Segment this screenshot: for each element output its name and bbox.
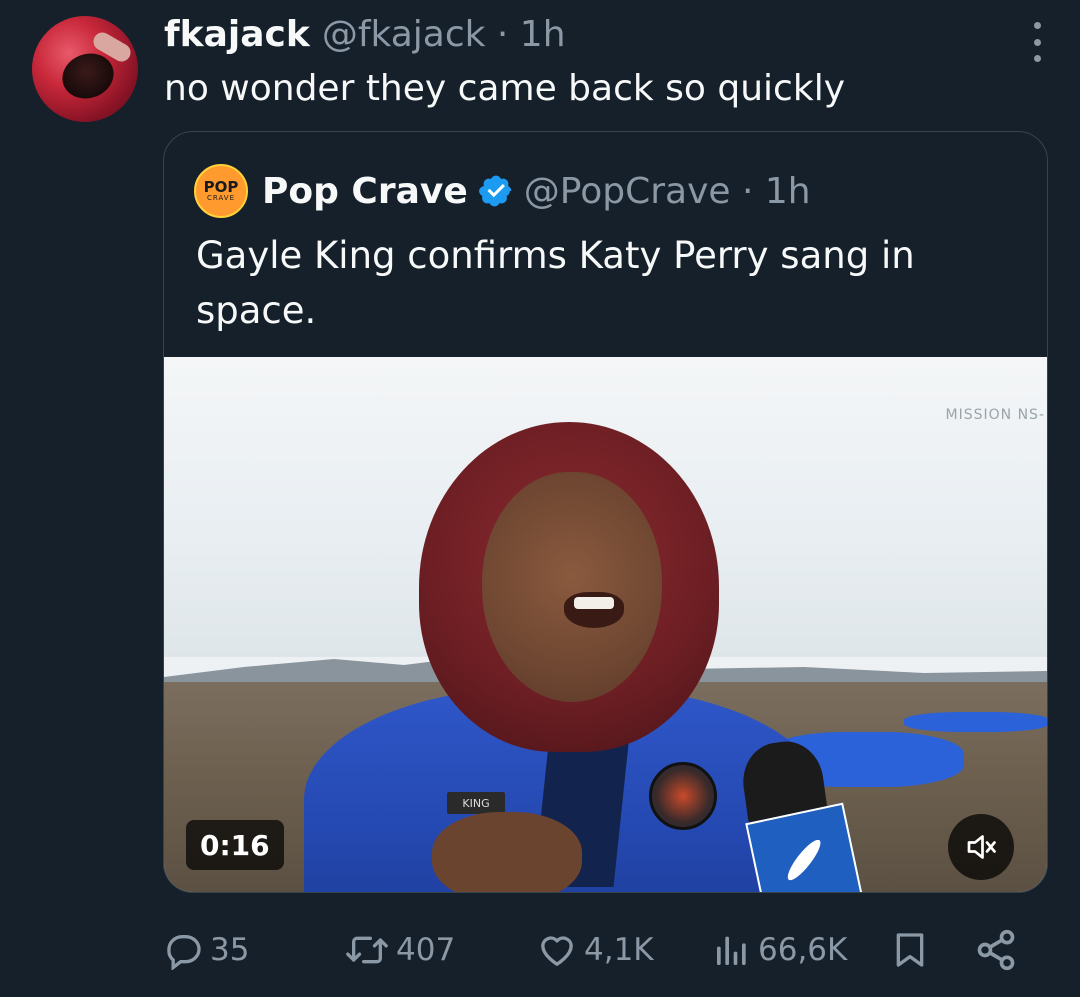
name-tag: KING [447, 792, 505, 814]
views-count: 66,6K [758, 932, 848, 968]
logo-line1: POP [203, 178, 239, 196]
retweet-icon [346, 936, 388, 964]
retweet-count: 407 [396, 932, 456, 968]
like-button[interactable]: 4,1K [536, 920, 654, 980]
verified-icon [478, 175, 512, 207]
author-name[interactable]: fkajack [164, 14, 310, 55]
views-button[interactable]: 66,6K [712, 920, 847, 980]
quoted-tweet[interactable]: POP CRAVE Pop Crave @PopCrave · 1h Gayle… [163, 131, 1048, 893]
share-button[interactable] [974, 920, 1018, 980]
quoted-time[interactable]: · 1h [742, 171, 811, 212]
quoted-header: POP CRAVE Pop Crave @PopCrave · 1h [194, 164, 811, 218]
video-player[interactable]: MISSION NS- KING 0:16 [164, 357, 1047, 892]
bookmark-button[interactable] [890, 920, 930, 980]
quoted-author-name[interactable]: Pop Crave [262, 171, 468, 212]
mute-icon[interactable] [948, 814, 1014, 880]
like-icon [541, 936, 573, 966]
mission-patch [649, 762, 717, 830]
video-watermark: MISSION NS- [945, 407, 1045, 423]
tweet-header: fkajack @fkajack · 1h [164, 14, 566, 55]
quoted-author-handle[interactable]: @PopCrave · 1h [524, 171, 811, 212]
video-duration: 0:16 [186, 820, 284, 870]
views-icon [717, 936, 746, 965]
share-icon [977, 929, 1015, 971]
reply-icon [167, 935, 201, 970]
video-parachute [904, 712, 1047, 732]
person-hand [432, 812, 582, 892]
feather-icon [783, 835, 825, 884]
like-count: 4,1K [584, 932, 654, 968]
action-bar: 35 407 4,1K 66,6K [164, 920, 1024, 980]
tweet-text: no wonder they came back so quickly [164, 68, 845, 109]
tweet-time[interactable]: · 1h [497, 14, 566, 55]
person-face [482, 472, 662, 702]
quoted-text: Gayle King confirms Katy Perry sang in s… [196, 234, 915, 332]
logo-line2: CRAVE [206, 194, 236, 202]
author-handle[interactable]: @fkajack · 1h [322, 14, 566, 55]
more-icon[interactable] [1032, 22, 1042, 62]
person-teeth [574, 597, 614, 609]
quoted-avatar[interactable]: POP CRAVE [194, 164, 248, 218]
avatar[interactable] [32, 16, 138, 122]
retweet-button[interactable]: 407 [344, 920, 455, 980]
reply-count: 35 [210, 932, 250, 968]
bookmark-icon [896, 933, 924, 967]
reply-button[interactable]: 35 [164, 920, 249, 980]
